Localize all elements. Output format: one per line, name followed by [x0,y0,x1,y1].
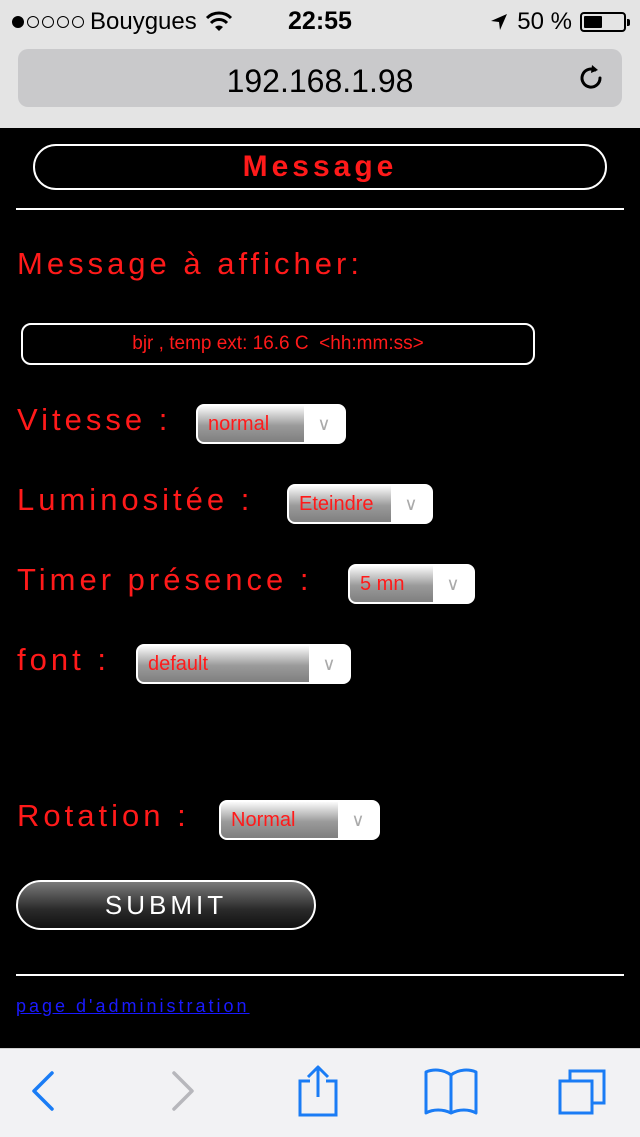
reload-icon[interactable] [576,63,606,93]
status-right: 50 % [489,8,630,36]
page-title: Message [33,144,607,190]
chevron-down-icon: ∨ [309,646,349,682]
location-arrow-icon [491,14,508,30]
luminosite-select[interactable]: Eteindre ∨ [287,484,433,524]
back-chevron-icon[interactable] [28,1069,58,1113]
chevron-down-icon: ∨ [304,406,344,442]
rotation-select[interactable]: Normal ∨ [219,800,380,840]
font-select[interactable]: default ∨ [136,644,351,684]
battery-percent: 50 % [517,8,572,35]
status-bar: Bouygues 22:55 50 % [0,0,640,40]
timer-label: Timer présence : [17,562,313,597]
submit-button[interactable]: SUBMIT [16,880,316,930]
timer-value: 5 mn [350,566,433,602]
rotation-value: Normal [221,802,338,838]
font-label: font : [17,642,110,677]
luminosite-value: Eteindre [289,486,391,522]
divider-bottom [16,974,624,976]
vitesse-label: Vitesse : [17,402,172,437]
forward-chevron-icon[interactable] [168,1069,198,1113]
luminosite-label: Luminositée : [17,482,254,517]
admin-page-link[interactable]: page d'administration [16,996,250,1017]
browser-toolbar [0,1048,640,1137]
vitesse-value: normal [198,406,304,442]
font-value: default [138,646,309,682]
message-label: Message à afficher: [17,246,363,281]
share-icon[interactable] [296,1063,340,1119]
bookmarks-icon[interactable] [423,1067,479,1117]
message-input[interactable] [21,323,535,365]
browser-header: 192.168.1.98 [0,40,640,128]
divider-top [16,208,624,210]
chevron-down-icon: ∨ [433,566,473,602]
address-bar[interactable]: 192.168.1.98 [18,49,622,107]
url-text[interactable]: 192.168.1.98 [18,63,622,100]
tabs-icon[interactable] [556,1065,610,1119]
chevron-down-icon: ∨ [338,802,378,838]
chevron-down-icon: ∨ [391,486,431,522]
vitesse-select[interactable]: normal ∨ [196,404,346,444]
timer-select[interactable]: 5 mn ∨ [348,564,475,604]
rotation-label: Rotation : [17,798,190,833]
battery-icon [580,12,630,32]
page-content: Message Message à afficher: Vitesse : no… [0,128,640,1048]
